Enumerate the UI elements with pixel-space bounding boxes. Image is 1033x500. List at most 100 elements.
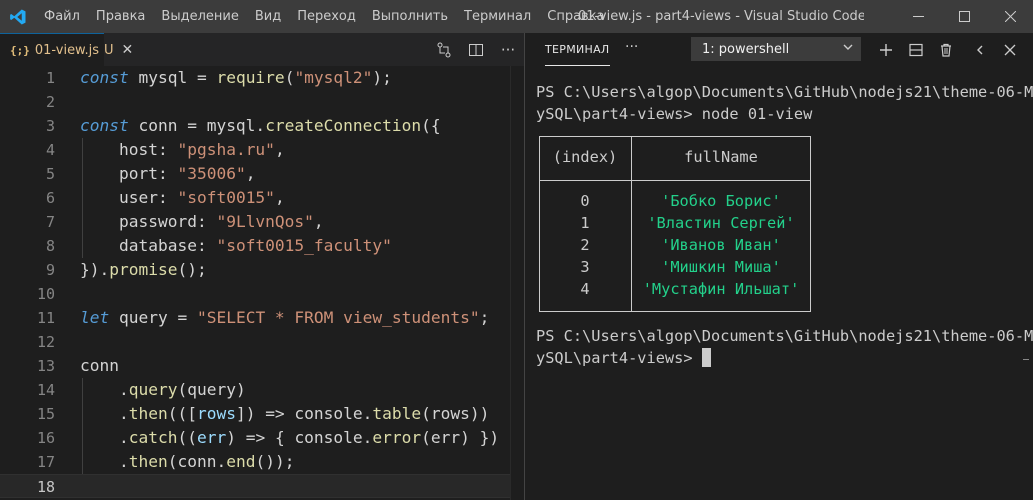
line-number: 12 (36, 333, 55, 351)
row-fullname: 'Бобко Борис' (661, 192, 781, 210)
tab-label: 01-view.js (34, 42, 100, 58)
code-token: error (372, 428, 422, 447)
more-actions-button[interactable]: ··· (492, 33, 524, 66)
code-line[interactable]: 9}).promise(); (0, 258, 524, 282)
table-header-divider (539, 180, 811, 181)
menu-selection[interactable]: Выделение (153, 0, 246, 33)
split-terminal-button[interactable] (901, 33, 931, 66)
code-token: "mysql2" (294, 68, 373, 87)
code-token: database: (80, 236, 217, 255)
code-line[interactable]: 16 .catch((err) => { console.error(err) … (0, 426, 524, 450)
views-more-icon[interactable]: ··· (625, 39, 638, 55)
code-token: rows (196, 404, 236, 423)
close-window-button[interactable] (987, 0, 1033, 33)
code-line[interactable]: 6 user: "soft0015", (0, 186, 524, 210)
code-token: "soft0015_faculty" (216, 236, 392, 255)
code-line[interactable]: 13 conn (0, 354, 524, 378)
code-text: .catch((err) => { console.error(err) }) (80, 426, 499, 450)
code-text: }).promise(); (80, 258, 207, 282)
terminal-shell-select[interactable]: 1: powershell (691, 37, 861, 61)
tab-01-view-js[interactable]: {;} 01-view.js U ✕ (0, 33, 133, 66)
code-token: let (80, 308, 110, 327)
code-token: (conn. (167, 452, 227, 471)
code-token: (err) }) (421, 428, 500, 447)
code-text: let query = "SELECT * FROM view_students… (80, 306, 489, 330)
code-line[interactable]: 1 const mysql = require("mysql2"); (0, 66, 524, 90)
new-terminal-button[interactable] (871, 33, 901, 66)
minimize-button[interactable] (895, 0, 941, 33)
menu-view[interactable]: Вид (247, 0, 289, 33)
code-line[interactable]: 11 let query = "SELECT * FROM view_studen… (0, 306, 524, 330)
code-line[interactable]: 17 .then(conn.end()); (0, 450, 524, 474)
code-token: host: (80, 140, 178, 159)
terminal-header: ТЕРМИНАЛ ··· 1: powershell (525, 33, 1033, 66)
close-panel-button[interactable] (995, 33, 1025, 66)
plus-icon (880, 43, 892, 56)
table-header-fullname: fullName (684, 148, 758, 166)
code-token: conn = mysql. (128, 116, 266, 135)
terminal-output[interactable]: PS C:\Users\algop\Documents\GitHub\nodej… (536, 81, 1033, 125)
line-number: 8 (45, 237, 55, 255)
code-line[interactable]: 12 (0, 330, 524, 354)
menu-file[interactable]: Файл (36, 0, 88, 33)
code-text: .then(([rows]) => console.table(rows)) (80, 402, 489, 426)
menu-edit[interactable]: Правка (88, 0, 153, 33)
code-line[interactable]: 2 (0, 90, 524, 114)
tab-terminal[interactable]: ТЕРМИНАЛ (545, 33, 610, 66)
terminal-prompt[interactable]: PS C:\Users\algop\Documents\GitHub\nodej… (536, 325, 1033, 369)
code-line[interactable]: 4 host: "pgsha.ru", (0, 138, 524, 162)
line-number: 14 (36, 381, 55, 399)
line-number: 3 (45, 117, 55, 135)
code-text: conn (80, 354, 119, 378)
line-number: 6 (45, 189, 55, 207)
collapse-panel-button[interactable] (965, 33, 995, 66)
code-token: }). (80, 260, 110, 279)
code-line[interactable]: 10 (0, 282, 524, 306)
code-line[interactable]: 5 port: "35006", (0, 162, 524, 186)
maximize-icon (958, 11, 970, 22)
code-token: then (128, 404, 168, 423)
shell-select-label: 1: powershell (702, 42, 790, 57)
code-area[interactable]: 1 const mysql = require("mysql2"); 2 3 const… (0, 66, 524, 500)
code-line[interactable]: 7 password: "9LlvnQos", (0, 210, 524, 234)
chevron-left-icon (977, 45, 983, 54)
open-changes-button[interactable] (428, 33, 460, 66)
code-text: password: "9LlvnQos", (80, 210, 324, 234)
code-token: , (245, 164, 256, 183)
code-line[interactable]: 18 (0, 474, 524, 498)
code-text: const mysql = require("mysql2"); (80, 66, 392, 90)
line-number: 15 (36, 405, 55, 423)
menu-run[interactable]: Выполнить (364, 0, 456, 33)
git-compare-icon (437, 42, 451, 57)
code-line[interactable]: 14 .query(query) (0, 378, 524, 402)
code-line[interactable]: 15 .then(([rows]) => console.table(rows)… (0, 402, 524, 426)
code-token: require (216, 68, 285, 87)
code-line[interactable]: 3 const conn = mysql.createConnection({ (0, 114, 524, 138)
code-text: port: "35006", (80, 162, 255, 186)
editor-scrollbar[interactable] (510, 66, 524, 500)
maximize-button[interactable] (941, 0, 987, 33)
menu-terminal[interactable]: Терминал (456, 0, 539, 33)
code-text: const conn = mysql.createConnection({ (80, 114, 441, 138)
terminal-line: ySQL\part4-views> (536, 347, 1026, 369)
line-number: 13 (36, 357, 55, 375)
row-fullname: 'Мишкин Миша' (661, 258, 781, 276)
split-editor-button[interactable] (460, 33, 492, 66)
code-token: ) => { console. (226, 428, 373, 447)
code-token: (rows)) (421, 404, 490, 423)
code-text: .then(conn.end()); (80, 450, 294, 474)
code-token: ({ (421, 116, 441, 135)
close-tab-icon[interactable]: ✕ (122, 42, 134, 58)
code-token: (([ (167, 404, 197, 423)
js-file-icon: {;} (10, 43, 30, 57)
code-line[interactable]: 8 database: "soft0015_faculty" (0, 234, 524, 258)
editor-tab-bar: {;} 01-view.js U ✕ ··· (0, 33, 524, 66)
kill-terminal-button[interactable] (931, 33, 961, 66)
code-token: "pgsha.ru" (177, 140, 275, 159)
indent-guide (82, 186, 83, 210)
menu-go[interactable]: Переход (289, 0, 364, 33)
code-token: const (80, 116, 129, 135)
row-index: 1 (580, 214, 590, 232)
indent-guide (82, 426, 83, 450)
line-number: 11 (36, 309, 55, 327)
